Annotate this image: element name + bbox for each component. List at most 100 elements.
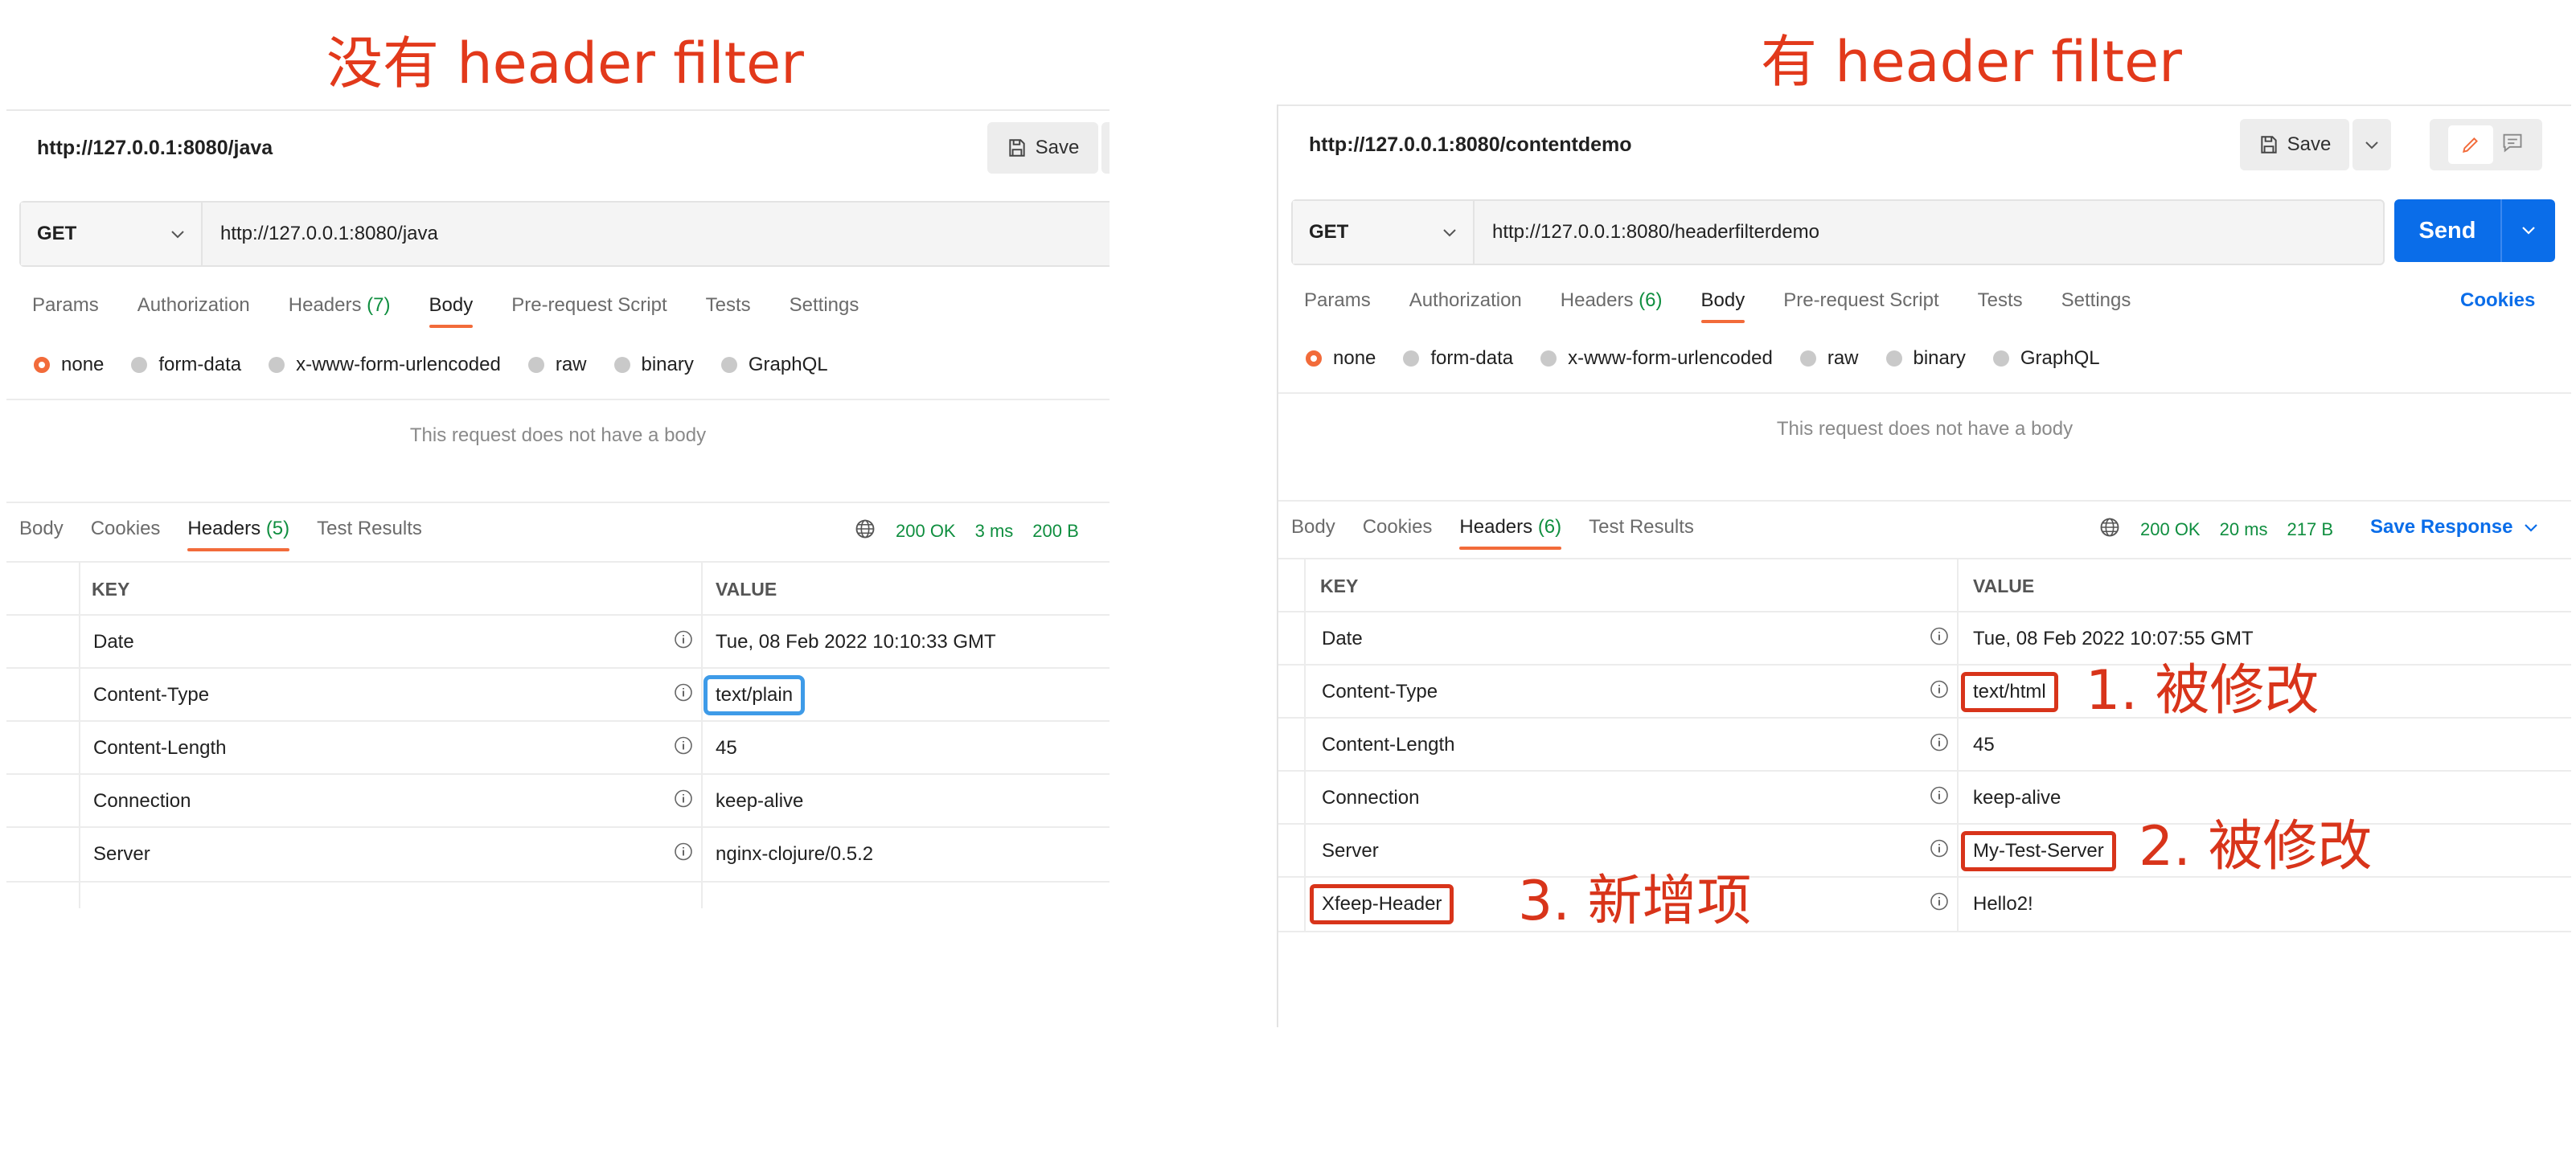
tab-settings[interactable]: Settings	[2061, 289, 2131, 312]
chevron-down-icon[interactable]	[2502, 199, 2555, 262]
body-type-radios: none form-data x-www-form-urlencoded raw…	[1306, 347, 2127, 370]
chevron-down-icon	[1442, 221, 1457, 244]
tab-body[interactable]: Body	[1700, 289, 1745, 323]
radio-graphql[interactable]: GraphQL	[1992, 347, 2100, 370]
info-icon[interactable]	[1930, 892, 1949, 917]
edit-icon[interactable]	[2448, 125, 2493, 164]
radio-graphql[interactable]: GraphQL	[720, 354, 828, 376]
right-postman-panel: http://127.0.0.1:8080/contentdemo Save G…	[1277, 104, 2571, 1027]
info-icon[interactable]	[674, 736, 693, 761]
tab-authorization[interactable]: Authorization	[1409, 289, 1522, 312]
chevron-down-icon	[2524, 516, 2538, 539]
info-icon[interactable]	[674, 630, 693, 655]
save-dropdown-button[interactable]	[1101, 122, 1110, 174]
table-row: Connection keep-alive	[6, 773, 1110, 828]
table-row: Date Tue, 08 Feb 2022 10:10:33 GMT	[6, 614, 1110, 669]
info-icon[interactable]	[1930, 786, 1949, 811]
url-bar: GET http://127.0.0.1:8080/java	[19, 201, 1110, 267]
tab-settings[interactable]: Settings	[790, 294, 859, 317]
resp-tab-headers[interactable]: Headers (6)	[1459, 516, 1561, 550]
radio-binary[interactable]: binary	[613, 354, 694, 376]
comment-icon[interactable]	[2501, 132, 2524, 158]
info-icon[interactable]	[1930, 680, 1949, 705]
table-row: Server My-Test-Server	[1278, 823, 2571, 878]
table-row: Server nginx-clojure/0.5.2	[6, 826, 1110, 883]
radio-none[interactable]: none	[1306, 347, 1376, 370]
resp-tab-body[interactable]: Body	[19, 518, 64, 540]
resp-tab-body[interactable]: Body	[1291, 516, 1335, 539]
response-time: 3 ms	[974, 521, 1014, 541]
table-row: Xfeep-Header Hello2!	[1278, 876, 2571, 932]
no-body-message: This request does not have a body	[409, 424, 707, 446]
chevron-down-icon	[2365, 133, 2379, 156]
method-select[interactable]: GET	[21, 203, 203, 265]
response-tabs: Body Cookies Headers (6) Test Results	[1291, 516, 1721, 550]
resp-tab-test-results[interactable]: Test Results	[1589, 516, 1694, 539]
save-dropdown-button[interactable]	[2352, 119, 2391, 170]
info-icon[interactable]	[674, 789, 693, 814]
radio-none[interactable]: none	[34, 354, 104, 376]
method-select[interactable]: GET	[1293, 201, 1475, 264]
response-size: 200 B	[1032, 521, 1079, 541]
url-input[interactable]: http://127.0.0.1:8080/headerfilterdemo	[1475, 201, 1819, 264]
response-tabs: Body Cookies Headers (5) Test Results	[19, 518, 449, 551]
annotation-modified-1: 1. 被修改	[2086, 659, 2320, 723]
content-type-value-highlighted: text/plain	[703, 675, 806, 715]
content-type-value-highlighted: text/html	[1961, 672, 2058, 712]
caption-with-filter: 有 header filter	[1761, 29, 2182, 95]
save-response-button[interactable]: Save Response	[2370, 516, 2538, 539]
info-icon[interactable]	[674, 683, 693, 708]
save-button[interactable]: Save	[987, 122, 1098, 174]
table-row: Content-Length 45	[1278, 717, 2571, 772]
response-time: 20 ms	[2219, 519, 2268, 539]
radio-x-www-form-urlencoded[interactable]: x-www-form-urlencoded	[1540, 347, 1773, 370]
radio-form-data[interactable]: form-data	[131, 354, 241, 376]
radio-raw[interactable]: raw	[1799, 347, 1859, 370]
tab-headers[interactable]: Headers (6)	[1561, 289, 1663, 312]
tab-headers[interactable]: Headers (7)	[289, 294, 391, 317]
radio-raw[interactable]: raw	[527, 354, 587, 376]
send-button[interactable]: Send	[2394, 199, 2555, 262]
table-header-row: KEY VALUE	[6, 561, 1110, 616]
resp-tab-cookies[interactable]: Cookies	[91, 518, 161, 540]
tab-tests[interactable]: Tests	[1978, 289, 2023, 312]
tab-params[interactable]: Params	[32, 294, 99, 317]
url-bar: GET http://127.0.0.1:8080/headerfilterde…	[1291, 199, 2385, 265]
table-row: Content-Length 45	[6, 720, 1110, 775]
request-tabs: Params Authorization Headers (7) Body Pr…	[32, 294, 897, 328]
response-headers-table: KEY VALUE Date Tue, 08 Feb 2022 10:07:55…	[1278, 558, 2571, 992]
body-type-radios: none form-data x-www-form-urlencoded raw…	[34, 354, 855, 376]
tab-pre-request-script[interactable]: Pre-request Script	[1783, 289, 1938, 312]
table-row: Content-Type text/html	[1278, 664, 2571, 719]
info-icon[interactable]	[674, 842, 693, 867]
tab-pre-request-script[interactable]: Pre-request Script	[511, 294, 667, 317]
no-body-message: This request does not have a body	[1776, 418, 2074, 440]
status-code: 200 OK	[896, 521, 956, 541]
save-button[interactable]: Save	[2240, 119, 2349, 170]
request-title: http://127.0.0.1:8080/contentdemo	[1309, 133, 1632, 156]
globe-icon	[2098, 516, 2121, 543]
tab-authorization[interactable]: Authorization	[137, 294, 250, 317]
resp-tab-cookies[interactable]: Cookies	[1363, 516, 1433, 539]
resp-tab-test-results[interactable]: Test Results	[317, 518, 422, 540]
request-tabs: Params Authorization Headers (6) Body Pr…	[1304, 289, 2169, 323]
radio-form-data[interactable]: form-data	[1403, 347, 1513, 370]
tab-tests[interactable]: Tests	[706, 294, 751, 317]
annotation-modified-2: 2. 被修改	[2139, 815, 2373, 879]
table-row: Date Tue, 08 Feb 2022 10:07:55 GMT	[1278, 611, 2571, 666]
resp-tab-headers[interactable]: Headers (5)	[187, 518, 289, 551]
radio-x-www-form-urlencoded[interactable]: x-www-form-urlencoded	[269, 354, 501, 376]
response-status: 200 OK 3 ms 200 B	[854, 518, 1079, 545]
save-icon	[1007, 137, 1028, 158]
tab-params[interactable]: Params	[1304, 289, 1371, 312]
tab-body[interactable]: Body	[429, 294, 473, 328]
table-header-row: KEY VALUE	[1278, 558, 2571, 612]
globe-icon	[854, 518, 876, 545]
info-icon[interactable]	[1930, 839, 1949, 864]
cookies-link[interactable]: Cookies	[2460, 289, 2535, 312]
info-icon[interactable]	[1930, 733, 1949, 758]
left-postman-panel: http://127.0.0.1:8080/java Save GET http…	[6, 104, 1110, 908]
url-input[interactable]: http://127.0.0.1:8080/java	[203, 203, 438, 265]
info-icon[interactable]	[1930, 627, 1949, 652]
radio-binary[interactable]: binary	[1885, 347, 1966, 370]
